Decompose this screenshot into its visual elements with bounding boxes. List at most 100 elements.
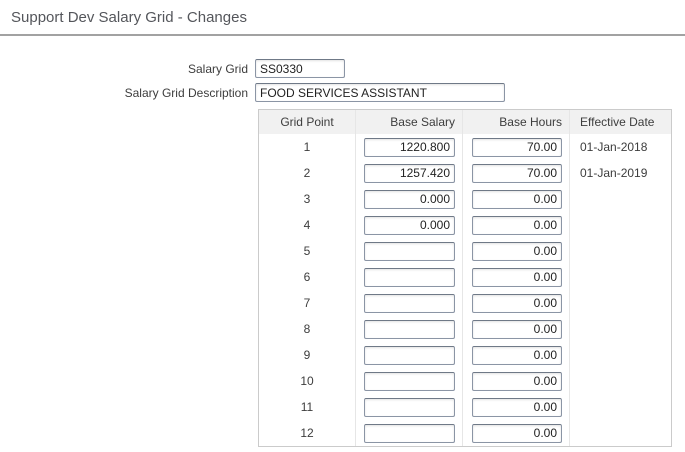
table-row: 3 <box>259 186 671 212</box>
table-row: 8 <box>259 316 671 342</box>
grid-point: 5 <box>259 238 356 264</box>
grid-point: 11 <box>259 394 356 420</box>
base-hours-input[interactable] <box>472 424 562 443</box>
effective-date <box>570 212 671 238</box>
base-salary-input[interactable] <box>364 346 455 365</box>
base-salary-input[interactable] <box>364 424 455 443</box>
table-header-row: Grid Point Base Salary Base Hours Effect… <box>259 110 671 134</box>
base-salary-input[interactable] <box>364 320 455 339</box>
effective-date <box>570 420 671 446</box>
base-hours-cell <box>463 212 570 238</box>
grid-point: 8 <box>259 316 356 342</box>
base-salary-cell <box>356 342 463 368</box>
effective-date <box>570 264 671 290</box>
table-row: 11 <box>259 394 671 420</box>
base-salary-cell <box>356 368 463 394</box>
header-grid-point: Grid Point <box>259 110 356 134</box>
grid-point: 3 <box>259 186 356 212</box>
base-hours-cell <box>463 368 570 394</box>
header-base-salary: Base Salary <box>356 110 463 134</box>
grid-point: 12 <box>259 420 356 446</box>
base-hours-input[interactable] <box>472 242 562 261</box>
salary-grid-description-input[interactable] <box>255 83 505 102</box>
grid-point: 2 <box>259 160 356 186</box>
base-salary-cell <box>356 420 463 446</box>
table-row: 5 <box>259 238 671 264</box>
base-hours-input[interactable] <box>472 190 562 209</box>
effective-date <box>570 368 671 394</box>
base-hours-input[interactable] <box>472 398 562 417</box>
base-hours-input[interactable] <box>472 294 562 313</box>
base-hours-input[interactable] <box>472 346 562 365</box>
grid-point: 6 <box>259 264 356 290</box>
base-hours-cell <box>463 394 570 420</box>
base-hours-input[interactable] <box>472 138 562 157</box>
base-salary-cell <box>356 394 463 420</box>
base-hours-cell <box>463 186 570 212</box>
title-divider <box>0 34 685 36</box>
base-salary-cell <box>356 290 463 316</box>
table-row: 12 <box>259 420 671 446</box>
base-hours-cell <box>463 316 570 342</box>
effective-date <box>570 316 671 342</box>
salary-grid-input[interactable] <box>255 59 345 78</box>
base-salary-input[interactable] <box>364 268 455 287</box>
grid-point: 9 <box>259 342 356 368</box>
base-salary-cell <box>356 212 463 238</box>
base-salary-input[interactable] <box>364 138 455 157</box>
salary-grid-label: Salary Grid <box>0 62 255 76</box>
effective-date: 01-Jan-2019 <box>570 160 671 186</box>
base-hours-input[interactable] <box>472 320 562 339</box>
salary-grid-table: Grid Point Base Salary Base Hours Effect… <box>258 109 672 447</box>
base-salary-input[interactable] <box>364 216 455 235</box>
effective-date <box>570 238 671 264</box>
base-salary-input[interactable] <box>364 164 455 183</box>
table-row: 6 <box>259 264 671 290</box>
table-row: 10 <box>259 368 671 394</box>
base-salary-cell <box>356 134 463 160</box>
salary-grid-description-label: Salary Grid Description <box>0 86 255 100</box>
base-hours-cell <box>463 290 570 316</box>
base-hours-cell <box>463 238 570 264</box>
grid-point: 7 <box>259 290 356 316</box>
grid-point: 10 <box>259 368 356 394</box>
effective-date <box>570 290 671 316</box>
base-salary-input[interactable] <box>364 190 455 209</box>
effective-date: 01-Jan-2018 <box>570 134 671 160</box>
table-row: 7 <box>259 290 671 316</box>
base-salary-cell <box>356 160 463 186</box>
salary-grid-field-row: Salary Grid <box>0 59 685 78</box>
base-hours-cell <box>463 342 570 368</box>
base-hours-cell <box>463 420 570 446</box>
table-row: 4 <box>259 212 671 238</box>
base-hours-cell <box>463 264 570 290</box>
base-hours-input[interactable] <box>472 164 562 183</box>
grid-point: 4 <box>259 212 356 238</box>
base-hours-input[interactable] <box>472 268 562 287</box>
table-row: 9 <box>259 342 671 368</box>
table-row: 1 01-Jan-2018 <box>259 134 671 160</box>
salary-grid-description-field-row: Salary Grid Description <box>0 83 685 102</box>
base-salary-input[interactable] <box>364 398 455 417</box>
base-salary-cell <box>356 264 463 290</box>
header-effective-date: Effective Date <box>570 110 671 134</box>
page-title: Support Dev Salary Grid - Changes <box>0 0 685 26</box>
base-salary-cell <box>356 186 463 212</box>
base-hours-input[interactable] <box>472 216 562 235</box>
grid-rows: 1 01-Jan-2018 2 01-Jan-2019 3 4 <box>259 134 671 446</box>
table-row: 2 01-Jan-2019 <box>259 160 671 186</box>
base-salary-input[interactable] <box>364 242 455 261</box>
effective-date <box>570 186 671 212</box>
header-base-hours: Base Hours <box>463 110 570 134</box>
base-salary-input[interactable] <box>364 372 455 391</box>
base-salary-input[interactable] <box>364 294 455 313</box>
base-hours-input[interactable] <box>472 372 562 391</box>
effective-date <box>570 342 671 368</box>
base-salary-cell <box>356 238 463 264</box>
salary-grid-form: Salary Grid Salary Grid Description <box>0 59 685 102</box>
base-hours-cell <box>463 160 570 186</box>
base-salary-cell <box>356 316 463 342</box>
base-hours-cell <box>463 134 570 160</box>
grid-point: 1 <box>259 134 356 160</box>
effective-date <box>570 394 671 420</box>
